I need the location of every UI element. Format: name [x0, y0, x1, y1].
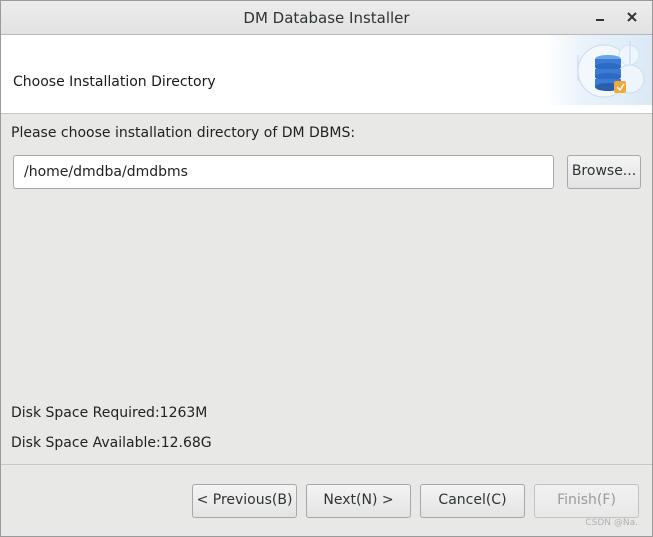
title-bar[interactable]: DM Database Installer: [1, 1, 652, 35]
close-icon: [627, 10, 637, 26]
browse-label: Browse...: [571, 163, 637, 179]
installer-window: DM Database Installer Choose Installatio…: [0, 0, 653, 537]
database-server-icon: [544, 35, 652, 105]
watermark: CSDN @Na.: [585, 518, 638, 528]
window-title: DM Database Installer: [243, 9, 410, 27]
close-button[interactable]: [621, 7, 643, 29]
minimize-button[interactable]: [589, 7, 611, 29]
previous-button[interactable]: < Previous(B): [192, 484, 297, 518]
page-header: Choose Installation Directory: [1, 35, 652, 114]
minimize-icon: [595, 10, 605, 26]
footer-divider: [1, 464, 652, 465]
disk-space-available: Disk Space Available:12.68G: [11, 435, 212, 451]
page-title: Choose Installation Directory: [13, 74, 216, 90]
finish-button: Finish(F): [534, 484, 639, 518]
next-button[interactable]: Next(N) >: [306, 484, 411, 518]
cancel-button[interactable]: Cancel(C): [420, 484, 525, 518]
browse-button[interactable]: Browse...: [567, 155, 641, 189]
directory-prompt: Please choose installation directory of …: [11, 125, 356, 141]
install-path-input[interactable]: /home/dmdba/dmdbms: [13, 155, 554, 189]
disk-space-required: Disk Space Required:1263M: [11, 405, 208, 421]
